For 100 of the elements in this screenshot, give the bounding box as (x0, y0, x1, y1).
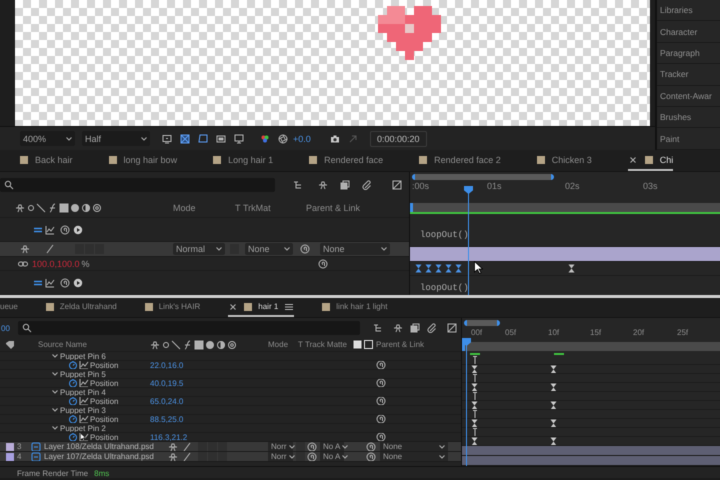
parent-dropdown[interactable]: None (380, 442, 448, 451)
spiral-icon[interactable] (318, 258, 328, 268)
composition-tab[interactable]: Long hair 1 (213, 150, 274, 171)
chevron-icon[interactable] (50, 406, 60, 414)
stopwatch-icon[interactable] (68, 361, 78, 369)
branch-icon[interactable] (293, 180, 303, 190)
stopwatch-icon[interactable] (68, 415, 78, 423)
switch-boxes-drawing[interactable] (198, 452, 228, 461)
property-value[interactable]: 116.3,21.2 (150, 433, 188, 441)
figure-icon[interactable] (20, 244, 30, 254)
figure-icon[interactable] (168, 442, 178, 451)
display-icon[interactable] (234, 134, 244, 144)
monitor-icon[interactable] (162, 134, 172, 144)
play-icon[interactable] (73, 224, 83, 234)
figure-icon[interactable] (318, 180, 328, 190)
property-value[interactable]: 22.0,16.0 (150, 361, 184, 369)
graph-icon[interactable] (79, 397, 89, 405)
spiral-icon[interactable] (376, 397, 386, 405)
mode-dropdown[interactable]: Normal (173, 243, 225, 255)
spiral-icon[interactable] (300, 244, 310, 254)
stopwatch-icon[interactable] (68, 397, 78, 405)
paperclip-icon[interactable] (362, 180, 372, 190)
mode-dropdown[interactable]: Norr (268, 452, 293, 461)
spiral-icon[interactable] (366, 442, 376, 451)
menu-icon[interactable] (284, 302, 294, 312)
chevron-icon[interactable] (50, 388, 60, 396)
graph-icon[interactable] (79, 361, 89, 369)
stopwatch-icon[interactable] (68, 379, 78, 387)
graph-icon[interactable] (45, 224, 55, 234)
composition-tab[interactable]: Rendered face (309, 150, 384, 171)
composition-tab[interactable]: Link's HAIR (144, 298, 200, 317)
search-field[interactable] (0, 178, 275, 192)
property-value[interactable]: 65.0,24.0 (150, 397, 184, 405)
color-dots-icon[interactable] (260, 134, 270, 144)
playhead[interactable] (462, 338, 471, 466)
queue-tab[interactable]: ueue (0, 298, 18, 317)
panel-tab[interactable]: Tracker (657, 64, 720, 86)
spiral-icon[interactable] (366, 452, 376, 461)
tag-icon[interactable] (5, 340, 15, 350)
track-matte-dropdown[interactable]: None (245, 243, 293, 255)
link-icon[interactable] (18, 258, 28, 268)
close-icon[interactable] (228, 302, 238, 312)
switch-boxes-drawing[interactable] (198, 442, 228, 451)
frame-icon[interactable] (198, 134, 208, 144)
graph-icon[interactable] (79, 415, 89, 423)
diagonal-square-icon[interactable] (447, 323, 457, 333)
panel-tab[interactable]: Brushes (657, 106, 720, 128)
exposure-value[interactable]: +0.0 (293, 134, 311, 144)
zoom-dropdown[interactable]: 400% (20, 131, 75, 146)
property-value[interactable]: 100.0,100.0 (32, 258, 80, 268)
spiral-icon[interactable] (376, 379, 386, 387)
chevron-icon[interactable] (50, 370, 60, 378)
stopwatch-icon[interactable] (68, 433, 78, 441)
spiral-icon[interactable] (60, 224, 70, 234)
equals-icon[interactable] (33, 224, 43, 234)
keyframe-icon[interactable] (550, 401, 557, 409)
play-icon[interactable] (73, 278, 83, 288)
keyframe-icon[interactable] (550, 365, 557, 373)
spiral-icon[interactable] (307, 442, 317, 451)
search-field[interactable] (18, 321, 360, 335)
property-value[interactable]: 88.5,25.0 (150, 415, 184, 423)
panel-tab[interactable]: Content-Awar (657, 86, 720, 107)
keyframe-icon[interactable] (550, 419, 557, 427)
composition-tab[interactable]: Back hair (20, 150, 73, 171)
panel-tab[interactable]: Character (657, 21, 720, 43)
keyframe-icon[interactable] (568, 264, 575, 273)
keyframe-icon[interactable] (550, 383, 557, 391)
resolution-dropdown[interactable]: Half (82, 131, 150, 146)
timecode-field[interactable]: 0:00:00:20 (370, 130, 427, 146)
panel-tab[interactable]: Paragraph (657, 42, 720, 64)
graph-icon[interactable] (79, 379, 89, 387)
chevron-icon[interactable] (50, 352, 60, 360)
property-value[interactable]: 40.0,19.5 (150, 379, 184, 387)
spiral-icon[interactable] (60, 278, 70, 288)
composition-tab[interactable]: hair 1 (228, 298, 294, 317)
diagonal-square-icon[interactable] (392, 180, 402, 190)
time-navigator[interactable] (464, 320, 500, 326)
composition-tab[interactable]: Zelda Ultrahand (46, 298, 117, 317)
branch-icon[interactable] (373, 323, 383, 333)
square-icon[interactable] (216, 134, 226, 144)
mode-dropdown[interactable]: Norr (268, 442, 293, 451)
spiral-icon[interactable] (376, 361, 386, 369)
camera-icon[interactable] (330, 134, 340, 144)
spiral-icon[interactable] (307, 452, 317, 461)
chevron-icon[interactable] (50, 424, 60, 432)
aperture-icon[interactable] (278, 134, 288, 144)
stack-icon[interactable] (340, 180, 350, 190)
equals-icon[interactable] (33, 278, 43, 288)
composition-tab[interactable]: link hair 1 light (322, 298, 388, 317)
stack-icon[interactable] (410, 323, 420, 333)
spiral-icon[interactable] (376, 433, 386, 441)
paperclip-icon[interactable] (427, 323, 437, 333)
composition-tab[interactable]: Chicken 3 (536, 150, 592, 171)
graph-icon[interactable] (45, 278, 55, 288)
composition-tab[interactable]: Rendered face 2 (419, 150, 501, 171)
close-icon[interactable] (628, 154, 638, 164)
current-time[interactable]: 00 (1, 324, 10, 332)
keyframe-icon[interactable] (550, 437, 557, 445)
composition-tab[interactable]: long hair bow (108, 150, 178, 171)
panel-tab[interactable]: Libraries (657, 0, 720, 22)
